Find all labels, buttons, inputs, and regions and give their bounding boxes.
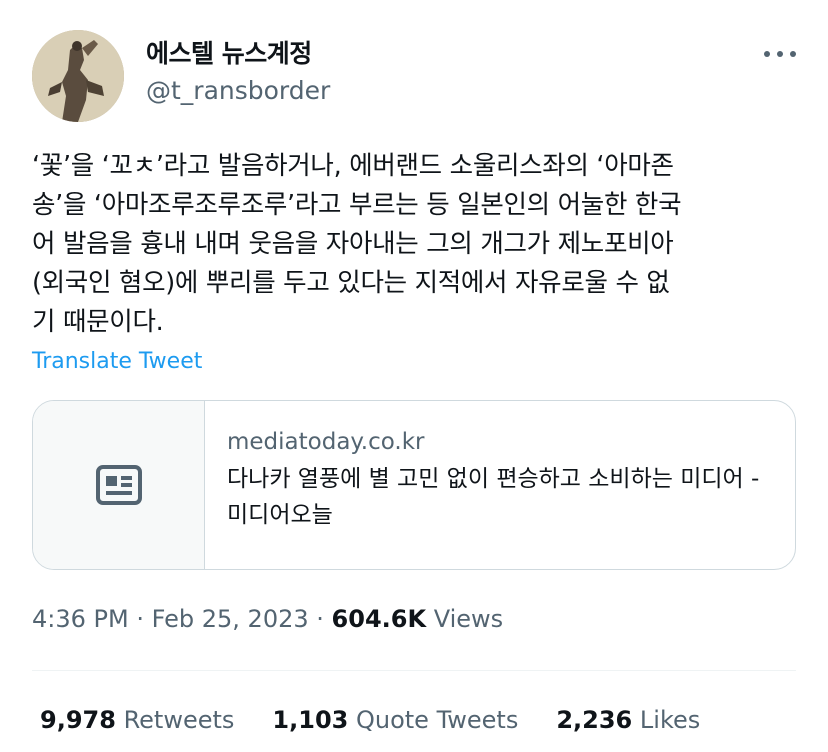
quote-tweets-stat[interactable]: 1,103 Quote Tweets — [272, 706, 518, 734]
likes-stat[interactable]: 2,236 Likes — [556, 706, 700, 734]
tweet-meta: 4:36 PM · Feb 25, 2023 · 604.6K Views — [32, 605, 503, 633]
retweets-label: Retweets — [123, 706, 235, 734]
views-count: 604.6K — [331, 605, 427, 633]
likes-count: 2,236 — [556, 706, 633, 734]
link-card-domain: mediatoday.co.kr — [227, 429, 425, 455]
link-card[interactable]: mediatoday.co.kr 다나카 열풍에 별 고민 없이 편승하고 소비… — [32, 400, 796, 570]
more-dot — [790, 51, 796, 57]
divider — [32, 670, 796, 671]
more-dot — [764, 51, 770, 57]
translate-tweet-link[interactable]: Translate Tweet — [32, 349, 202, 374]
meta-separator: · — [136, 605, 144, 633]
link-card-thumbnail — [33, 401, 205, 569]
views-label: Views — [433, 605, 504, 633]
avatar-statue-image — [32, 30, 124, 122]
link-card-body: mediatoday.co.kr 다나카 열풍에 별 고민 없이 편승하고 소비… — [205, 401, 789, 569]
quote-tweets-count: 1,103 — [272, 706, 349, 734]
more-options-icon[interactable] — [760, 40, 800, 68]
likes-label: Likes — [639, 706, 701, 734]
article-icon — [95, 465, 142, 505]
quote-tweets-label: Quote Tweets — [355, 706, 519, 734]
meta-separator: · — [316, 605, 324, 633]
retweets-stat[interactable]: 9,978 Retweets — [40, 706, 234, 734]
more-dot — [777, 51, 783, 57]
tweet-text: ‘꽃’을 ‘꼬ㅊ’라고 발음하거나, 에버랜드 소울리스좌의 ‘아마존 송’을 … — [32, 151, 682, 337]
engagement-stats: 9,978 Retweets 1,103 Quote Tweets 2,236 … — [40, 706, 700, 734]
author-display-name[interactable]: 에스텔 뉴스계정 — [146, 34, 312, 70]
avatar[interactable] — [32, 30, 124, 122]
tweet-date[interactable]: Feb 25, 2023 — [152, 605, 309, 633]
tweet-time[interactable]: 4:36 PM — [32, 605, 129, 633]
author-handle[interactable]: @t_ransborder — [146, 76, 330, 105]
retweets-count: 9,978 — [40, 706, 116, 734]
link-card-title: 다나카 열풍에 별 고민 없이 편승하고 소비하는 미디어 - 미디어오늘 — [227, 466, 760, 528]
